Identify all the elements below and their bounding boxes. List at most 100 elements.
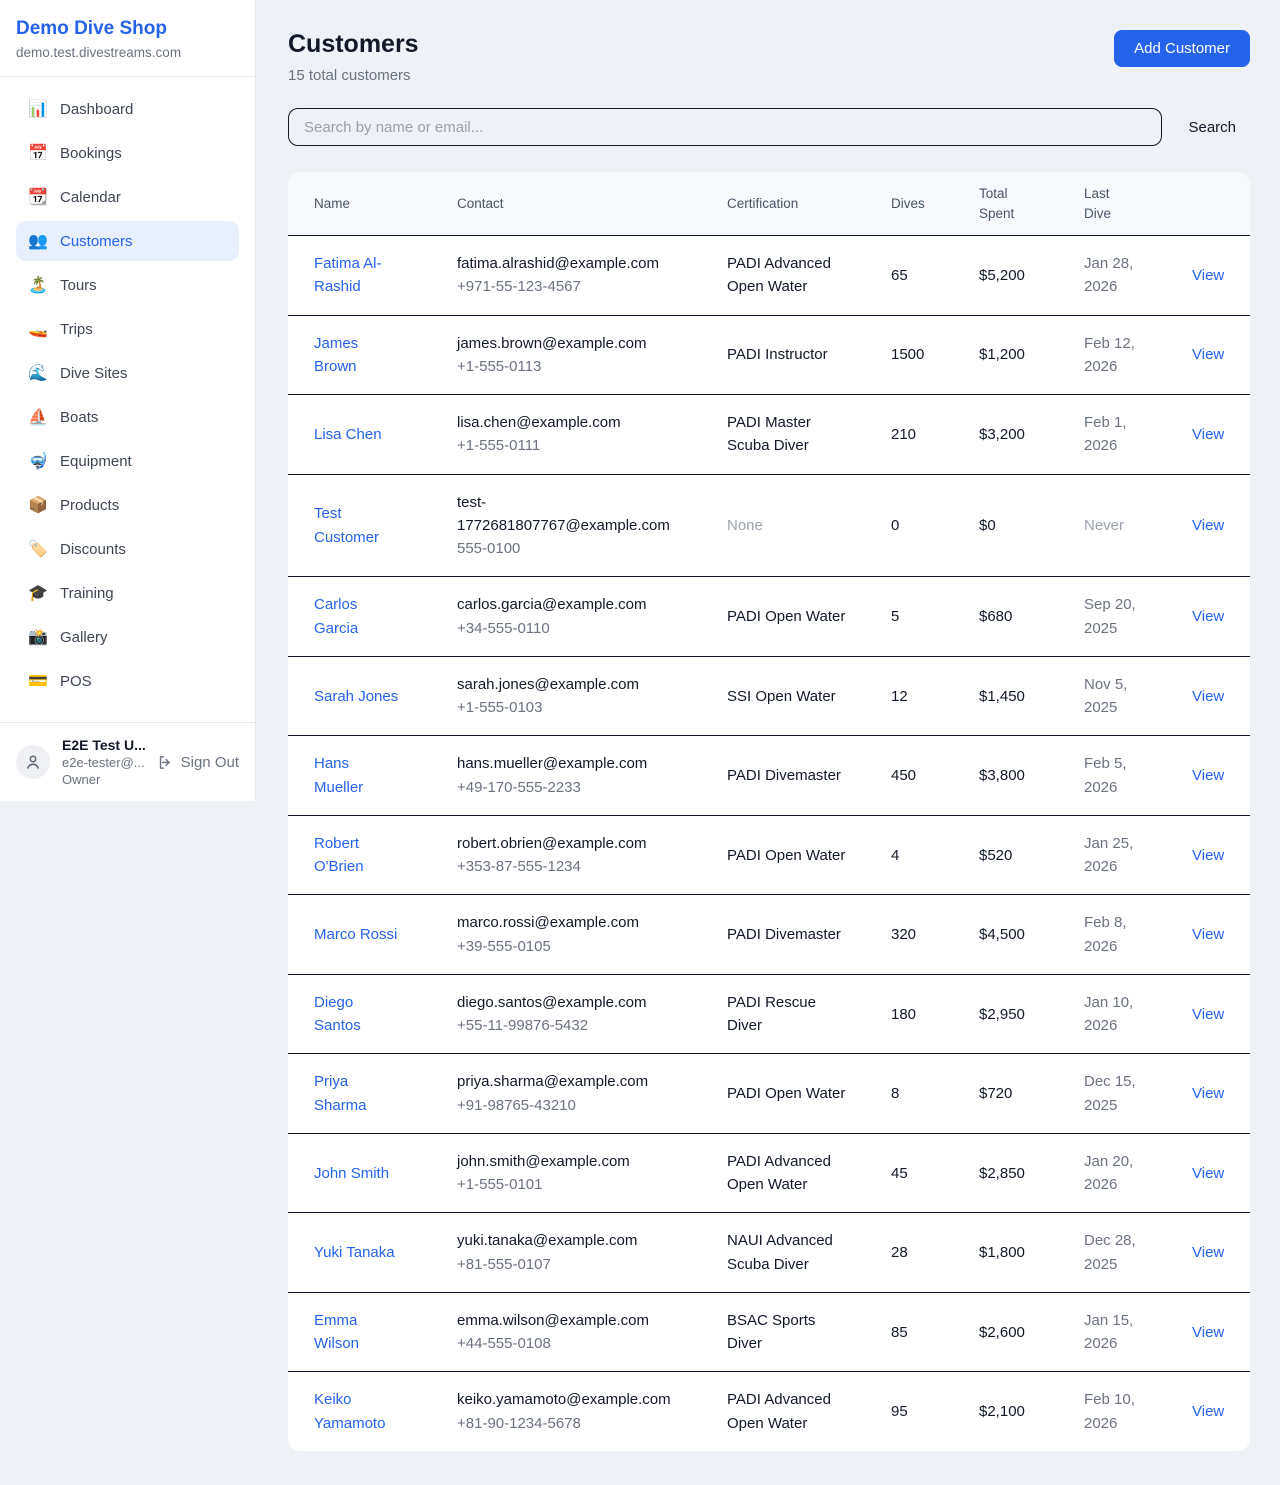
customer-name-link[interactable]: John Smith bbox=[314, 1165, 389, 1182]
customer-phone: +44-555-0108 bbox=[457, 1332, 691, 1355]
customer-email: robert.obrien@example.com bbox=[457, 832, 691, 855]
island-icon: 🏝️ bbox=[28, 275, 48, 295]
view-link[interactable]: View bbox=[1192, 426, 1224, 443]
view-link[interactable]: View bbox=[1192, 688, 1224, 705]
customer-name-link[interactable]: Lisa Chen bbox=[314, 426, 382, 443]
customer-certification: PADI Rescue Diver bbox=[701, 974, 865, 1054]
customer-name-link[interactable]: Emma Wilson bbox=[314, 1312, 359, 1352]
view-link[interactable]: View bbox=[1192, 847, 1224, 864]
customer-phone: +81-555-0107 bbox=[457, 1253, 691, 1276]
customer-total-spent: $2,950 bbox=[953, 974, 1058, 1054]
customer-phone: +353-87-555-1234 bbox=[457, 855, 691, 878]
sidebar-item-training[interactable]: 🎓 Training bbox=[16, 573, 239, 613]
view-link[interactable]: View bbox=[1192, 1006, 1224, 1023]
customer-name-link[interactable]: Carlos Garcia bbox=[314, 596, 358, 636]
sidebar-item-bookings[interactable]: 📅 Bookings bbox=[16, 133, 239, 173]
sidebar-item-discounts[interactable]: 🏷️ Discounts bbox=[16, 529, 239, 569]
view-link[interactable]: View bbox=[1192, 767, 1224, 784]
customer-phone: +1-555-0103 bbox=[457, 696, 691, 719]
credit-card-icon: 💳 bbox=[28, 671, 48, 691]
customer-dives: 95 bbox=[865, 1372, 953, 1451]
customer-name-link[interactable]: Sarah Jones bbox=[314, 688, 398, 705]
customer-certification: SSI Open Water bbox=[701, 656, 865, 736]
customer-name-link[interactable]: Marco Rossi bbox=[314, 926, 397, 943]
customer-phone: +1-555-0101 bbox=[457, 1173, 691, 1196]
customer-total-spent: $5,200 bbox=[953, 236, 1058, 316]
customer-email: diego.santos@example.com bbox=[457, 991, 691, 1014]
customer-certification: PADI Divemaster bbox=[701, 736, 865, 816]
customer-name-link[interactable]: Priya Sharma bbox=[314, 1073, 367, 1113]
sidebar-item-equipment[interactable]: 🤿 Equipment bbox=[16, 441, 239, 481]
view-link[interactable]: View bbox=[1192, 1403, 1224, 1420]
view-link[interactable]: View bbox=[1192, 267, 1224, 284]
search-button[interactable]: Search bbox=[1174, 111, 1250, 144]
sidebar-item-gallery[interactable]: 📸 Gallery bbox=[16, 617, 239, 657]
view-link[interactable]: View bbox=[1192, 926, 1224, 943]
customer-certification: PADI Open Water bbox=[701, 815, 865, 895]
customer-email: hans.mueller@example.com bbox=[457, 752, 691, 775]
sidebar-nav: 📊 Dashboard 📅 Bookings 📆 Calendar 👥 Cust… bbox=[0, 77, 255, 705]
customer-total-spent: $3,200 bbox=[953, 395, 1058, 475]
sidebar-item-calendar[interactable]: 📆 Calendar bbox=[16, 177, 239, 217]
table-row: Keiko Yamamoto keiko.yamamoto@example.co… bbox=[288, 1372, 1250, 1451]
tag-icon: 🏷️ bbox=[28, 539, 48, 559]
view-link[interactable]: View bbox=[1192, 1165, 1224, 1182]
customer-certification: PADI Open Water bbox=[701, 1054, 865, 1134]
customer-last-dive: Sep 20, 2025 bbox=[1058, 577, 1166, 657]
sidebar-item-pos[interactable]: 💳 POS bbox=[16, 661, 239, 701]
customer-last-dive: Feb 5, 2026 bbox=[1058, 736, 1166, 816]
customer-certification: PADI Divemaster bbox=[701, 895, 865, 975]
customer-dives: 65 bbox=[865, 236, 953, 316]
customer-certification: PADI Advanced Open Water bbox=[701, 1133, 865, 1213]
sidebar-item-tours[interactable]: 🏝️ Tours bbox=[16, 265, 239, 305]
customer-name-link[interactable]: Hans Mueller bbox=[314, 755, 363, 795]
shop-domain: demo.test.divestreams.com bbox=[16, 45, 239, 60]
customer-name-link[interactable]: Keiko Yamamoto bbox=[314, 1391, 385, 1431]
add-customer-button[interactable]: Add Customer bbox=[1114, 30, 1250, 67]
view-link[interactable]: View bbox=[1192, 608, 1224, 625]
sign-out-button[interactable]: Sign Out bbox=[157, 754, 239, 771]
column-header-last-dive: Last Dive bbox=[1058, 172, 1166, 236]
customer-email: carlos.garcia@example.com bbox=[457, 593, 691, 616]
customer-total-spent: $4,500 bbox=[953, 895, 1058, 975]
user-panel: E2E Test U... e2e-tester@... Owner Sign … bbox=[0, 722, 255, 801]
sailboat-icon: ⛵ bbox=[28, 407, 48, 427]
customer-email: marco.rossi@example.com bbox=[457, 911, 691, 934]
customer-total-spent: $1,800 bbox=[953, 1213, 1058, 1293]
customer-name-link[interactable]: Diego Santos bbox=[314, 994, 361, 1034]
customer-last-dive: Feb 10, 2026 bbox=[1058, 1372, 1166, 1451]
customer-last-dive: Never bbox=[1058, 474, 1166, 577]
sidebar-item-products[interactable]: 📦 Products bbox=[16, 485, 239, 525]
table-row: Sarah Jones sarah.jones@example.com +1-5… bbox=[288, 656, 1250, 736]
column-header-actions bbox=[1166, 172, 1250, 236]
sidebar-item-customers[interactable]: 👥 Customers bbox=[16, 221, 239, 261]
customer-email: lisa.chen@example.com bbox=[457, 411, 691, 434]
bar-chart-icon: 📊 bbox=[28, 99, 48, 119]
shop-name: Demo Dive Shop bbox=[16, 18, 239, 40]
view-link[interactable]: View bbox=[1192, 1244, 1224, 1261]
sidebar-item-trips[interactable]: 🚤 Trips bbox=[16, 309, 239, 349]
customer-name-link[interactable]: James Brown bbox=[314, 335, 358, 375]
customer-phone: +81-90-1234-5678 bbox=[457, 1412, 691, 1435]
customer-name-link[interactable]: Test Customer bbox=[314, 505, 379, 545]
sidebar-item-boats[interactable]: ⛵ Boats bbox=[16, 397, 239, 437]
sidebar: Demo Dive Shop demo.test.divestreams.com… bbox=[0, 0, 256, 801]
person-icon bbox=[24, 753, 42, 771]
sidebar-item-dashboard[interactable]: 📊 Dashboard bbox=[16, 89, 239, 129]
customer-name-link[interactable]: Robert O'Brien bbox=[314, 835, 364, 875]
customer-last-dive: Dec 15, 2025 bbox=[1058, 1054, 1166, 1134]
customer-email: keiko.yamamoto@example.com bbox=[457, 1388, 691, 1411]
people-icon: 👥 bbox=[28, 231, 48, 251]
view-link[interactable]: View bbox=[1192, 346, 1224, 363]
customer-name-link[interactable]: Yuki Tanaka bbox=[314, 1244, 395, 1261]
brand: Demo Dive Shop demo.test.divestreams.com bbox=[0, 0, 255, 77]
customer-dives: 1500 bbox=[865, 315, 953, 395]
customer-email: john.smith@example.com bbox=[457, 1150, 691, 1173]
view-link[interactable]: View bbox=[1192, 1085, 1224, 1102]
customer-name-link[interactable]: Fatima Al-Rashid bbox=[314, 255, 382, 295]
customer-dives: 4 bbox=[865, 815, 953, 895]
sidebar-item-dive-sites[interactable]: 🌊 Dive Sites bbox=[16, 353, 239, 393]
view-link[interactable]: View bbox=[1192, 1324, 1224, 1341]
view-link[interactable]: View bbox=[1192, 517, 1224, 534]
search-input[interactable] bbox=[288, 108, 1162, 146]
